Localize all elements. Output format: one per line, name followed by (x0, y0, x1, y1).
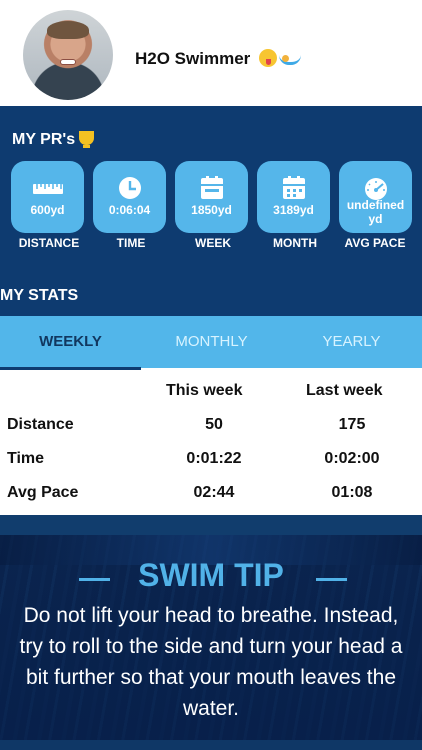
column-header-last-week: Last week (306, 382, 383, 399)
pr-label: DISTANCE (18, 236, 80, 250)
avg-pace-this-week: 02:44 (193, 484, 235, 501)
personal-records-section: MY PR's 600yd DISTANCE 0:06:04 TIME 1850… (0, 106, 422, 316)
title-dash-right (316, 578, 347, 581)
pr-value: undefined yd (346, 198, 405, 226)
speedometer-icon (365, 178, 387, 200)
tip-title: SWIM TIP (138, 557, 284, 593)
username-text: H2O Swimmer (135, 49, 251, 68)
pr-card-distance[interactable]: 600yd (11, 161, 84, 233)
pr-card-month[interactable]: 3189yd (257, 161, 330, 233)
clock-icon (119, 177, 141, 199)
row-label-avg-pace: Avg Pace (7, 484, 79, 501)
profile-header: H2O Swimmer (0, 0, 422, 106)
pr-label: WEEK (195, 236, 231, 250)
tab-yearly[interactable]: YEARLY (281, 316, 422, 368)
calendar-icon (201, 176, 223, 199)
pr-card-week[interactable]: 1850yd (175, 161, 248, 233)
row-label-time: Time (7, 450, 45, 467)
pr-value: 3189yd (273, 203, 314, 217)
pr-card-avg-pace[interactable]: undefined yd (339, 161, 412, 233)
stats-table: This week Last week Distance 50 175 Time… (0, 370, 422, 515)
distance-this-week: 50 (205, 416, 223, 433)
username: H2O Swimmer (135, 49, 301, 69)
avatar[interactable] (23, 10, 113, 100)
swimmer-icon (279, 55, 301, 65)
pr-label: AVG PACE (344, 236, 406, 250)
pr-value: 600yd (30, 203, 65, 217)
tab-weekly[interactable]: WEEKLY (0, 316, 141, 370)
trophy-icon (79, 131, 95, 148)
avatar-mouth (60, 59, 76, 65)
swim-tip-banner: SWIM TIP Do not lift your head to breath… (0, 535, 422, 750)
row-label-distance: Distance (7, 416, 74, 433)
pr-title-text: MY PR's (12, 131, 76, 148)
calendar-grid-icon (283, 176, 305, 199)
pr-label: TIME (116, 236, 146, 250)
tip-text: Do not lift your head to breathe. Instea… (19, 604, 403, 720)
column-header-this-week: This week (166, 382, 243, 399)
pr-value: 0:06:04 (108, 203, 151, 217)
pr-section-title: MY PR's (12, 131, 95, 149)
winking-face-icon (259, 49, 277, 67)
time-last-week: 0:02:00 (324, 450, 380, 467)
pr-value: 1850yd (191, 203, 232, 217)
avg-pace-last-week: 01:08 (331, 484, 373, 501)
stats-title: MY STATS (0, 287, 79, 304)
time-this-week: 0:01:22 (186, 450, 242, 467)
ruler-icon (33, 184, 63, 194)
stats-period-tabs: WEEKLY MONTHLY YEARLY (0, 316, 422, 370)
section-divider (0, 515, 422, 535)
tab-monthly[interactable]: MONTHLY (141, 316, 282, 368)
distance-last-week: 175 (338, 416, 366, 433)
pr-card-time[interactable]: 0:06:04 (93, 161, 166, 233)
pr-label: MONTH (273, 236, 317, 250)
avatar-hair (47, 21, 89, 39)
bottom-strip (0, 740, 422, 750)
